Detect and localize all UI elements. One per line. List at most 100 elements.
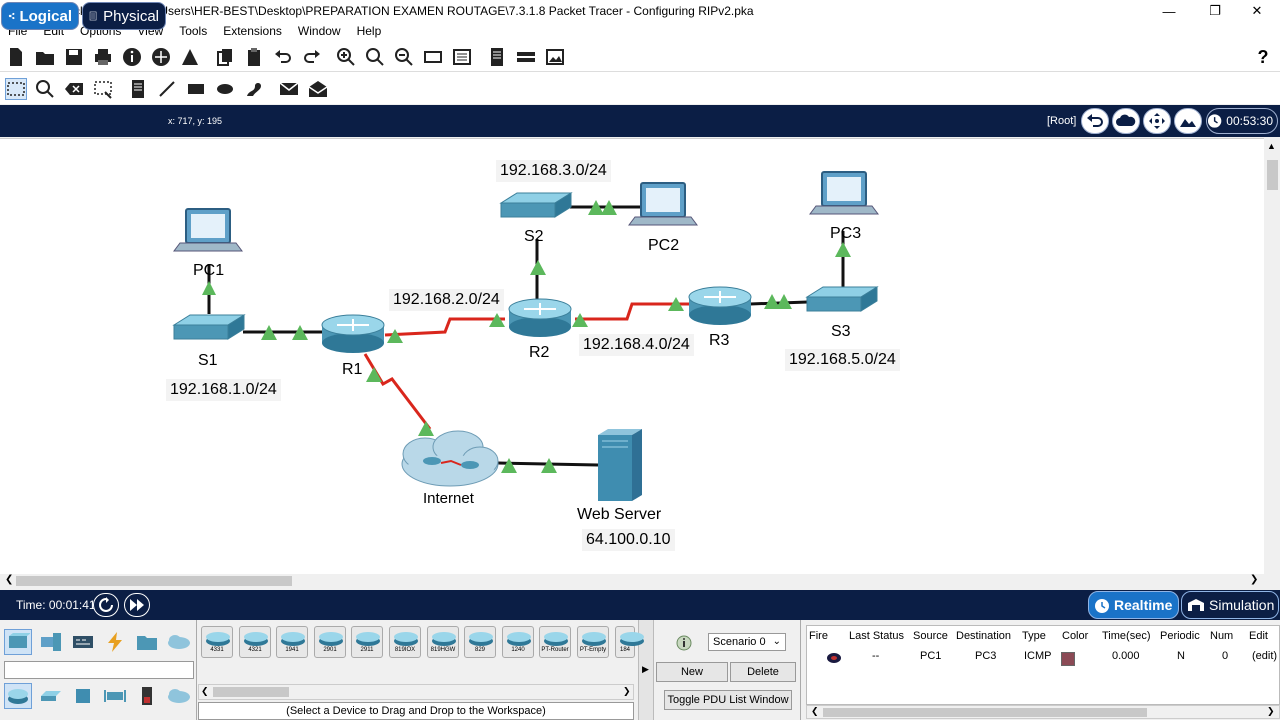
network-wizard-icon[interactable] [150,46,172,68]
paste-icon[interactable] [243,46,265,68]
menu-help[interactable]: Help [349,24,390,38]
router-model-tile[interactable]: 2911 [351,626,383,658]
cluster-icon[interactable] [515,46,537,68]
security-category-icon[interactable] [133,683,161,709]
logical-workspace[interactable]: PC1 PC2 PC3 S1 S2 S3 R1 R2 R3 Internet W… [0,138,1264,574]
info-icon[interactable] [121,46,143,68]
scroll-left-icon[interactable]: ❮ [201,686,209,697]
collapse-arrow-icon[interactable]: ▶ [642,664,649,675]
router-model-tile[interactable]: 819IOX [389,626,421,658]
notes-icon[interactable] [486,46,508,68]
components-category-icon[interactable] [69,629,97,655]
switches-category-icon[interactable] [37,683,65,709]
router-model-tile[interactable]: 4331 [201,626,233,658]
workspace-horizontal-scrollbar[interactable]: ❮ ❯ [0,574,1264,588]
scenario-select[interactable]: Scenario 0 ⌄ [708,633,786,651]
network-devices-category-icon[interactable] [4,629,32,655]
pdu-scroll-thumb[interactable] [823,708,1147,717]
realtime-mode-button[interactable]: Realtime [1088,591,1179,619]
open-folder-icon[interactable] [34,46,56,68]
model-scroll-thumb[interactable] [213,687,289,697]
zoom-in-icon[interactable] [335,46,357,68]
custom-device-icon[interactable] [451,46,473,68]
print-icon[interactable] [92,46,114,68]
router-model-tile[interactable]: 2901 [314,626,346,658]
workspace-vertical-scrollbar[interactable]: ▲ [1264,138,1280,574]
routers-category-icon[interactable] [4,683,32,709]
add-complex-pdu-icon[interactable] [307,78,329,100]
select-icon[interactable] [5,78,27,100]
draw-ellipse-icon[interactable] [214,78,236,100]
set-background-icon[interactable] [1174,108,1202,134]
copy-icon[interactable] [214,46,236,68]
close-button[interactable]: ✕ [1234,0,1280,22]
router-r3-icon [688,286,752,325]
scroll-right-icon[interactable]: ❯ [623,686,631,697]
restore-button[interactable]: ❐ [1192,0,1238,22]
draw-line-icon[interactable] [156,78,178,100]
move-object-icon[interactable] [1143,108,1171,134]
minimize-button[interactable]: — [1146,0,1192,22]
zoom-reset-icon[interactable] [364,46,386,68]
simulation-mode-button[interactable]: Simulation [1181,591,1279,619]
draw-rectangle-icon[interactable] [185,78,207,100]
connections-category-icon[interactable] [101,629,129,655]
power-cycle-icon[interactable] [93,593,119,617]
image-icon[interactable] [544,46,566,68]
wireless-category-icon[interactable] [101,683,129,709]
add-simple-pdu-icon[interactable] [278,78,300,100]
router-model-tile[interactable]: 184 [615,626,644,658]
new-scenario-button[interactable]: New [656,662,728,682]
tab-physical[interactable]: Physical [82,2,166,30]
row-edit-link[interactable]: (edit) [1252,650,1277,662]
vertical-scroll-thumb[interactable] [1267,160,1278,190]
router-model-tile[interactable]: PT-Router [539,626,571,658]
wan-emulation-category-icon[interactable] [165,683,193,709]
router-model-tile[interactable]: 1941 [276,626,308,658]
router-model-tile[interactable]: PT-Empty [577,626,609,658]
model-scrollbar[interactable]: ❮ ❯ [198,684,634,700]
multiuser-category-icon[interactable] [165,629,193,655]
zoom-out-icon[interactable] [393,46,415,68]
scenario-info-icon[interactable] [676,635,692,651]
save-icon[interactable] [63,46,85,68]
fast-forward-icon[interactable] [124,593,150,617]
hubs-category-icon[interactable] [69,683,97,709]
back-icon[interactable] [1081,108,1109,134]
miscellaneous-category-icon[interactable] [133,629,161,655]
drawing-palette-icon[interactable] [422,46,444,68]
menu-tools[interactable]: Tools [171,24,215,38]
place-note-icon[interactable] [127,78,149,100]
scroll-left-icon[interactable]: ❮ [5,574,13,585]
fire-pdu-icon[interactable] [826,652,842,664]
horizontal-scroll-thumb[interactable] [16,576,292,586]
freeform-icon[interactable] [243,78,265,100]
delete-scenario-button[interactable]: Delete [730,662,796,682]
new-file-icon[interactable] [5,46,27,68]
menu-extensions[interactable]: Extensions [215,24,290,38]
delete-icon[interactable] [63,78,85,100]
activity-wizard-icon[interactable] [179,46,201,68]
router-model-tile[interactable]: 829 [464,626,496,658]
router-model-tile[interactable]: 819HGW [427,626,459,658]
router-model-tile[interactable]: 1240 [502,626,534,658]
tab-logical[interactable]: Logical [1,2,79,30]
scroll-left-icon[interactable]: ❮ [811,706,819,717]
router-model-tile[interactable]: 4321 [239,626,271,658]
undo-icon[interactable] [272,46,294,68]
pdu-horizontal-scrollbar[interactable]: ❮ ❯ [806,705,1280,719]
end-devices-category-icon[interactable] [37,629,65,655]
column-header-color: Color [1062,630,1089,642]
scroll-right-icon[interactable]: ❯ [1267,706,1275,717]
scroll-right-icon[interactable]: ❯ [1250,574,1258,585]
device-search-input[interactable] [4,661,194,679]
inspect-icon[interactable] [34,78,56,100]
scroll-up-icon[interactable]: ▲ [1267,141,1276,151]
help-icon[interactable]: ? [1252,46,1274,68]
redo-icon[interactable] [301,46,323,68]
menu-window[interactable]: Window [290,24,349,38]
new-cluster-icon[interactable] [1112,108,1140,134]
toggle-pdu-list-button[interactable]: Toggle PDU List Window [664,690,792,710]
resize-shape-icon[interactable] [92,78,114,100]
router-icon [394,632,418,646]
